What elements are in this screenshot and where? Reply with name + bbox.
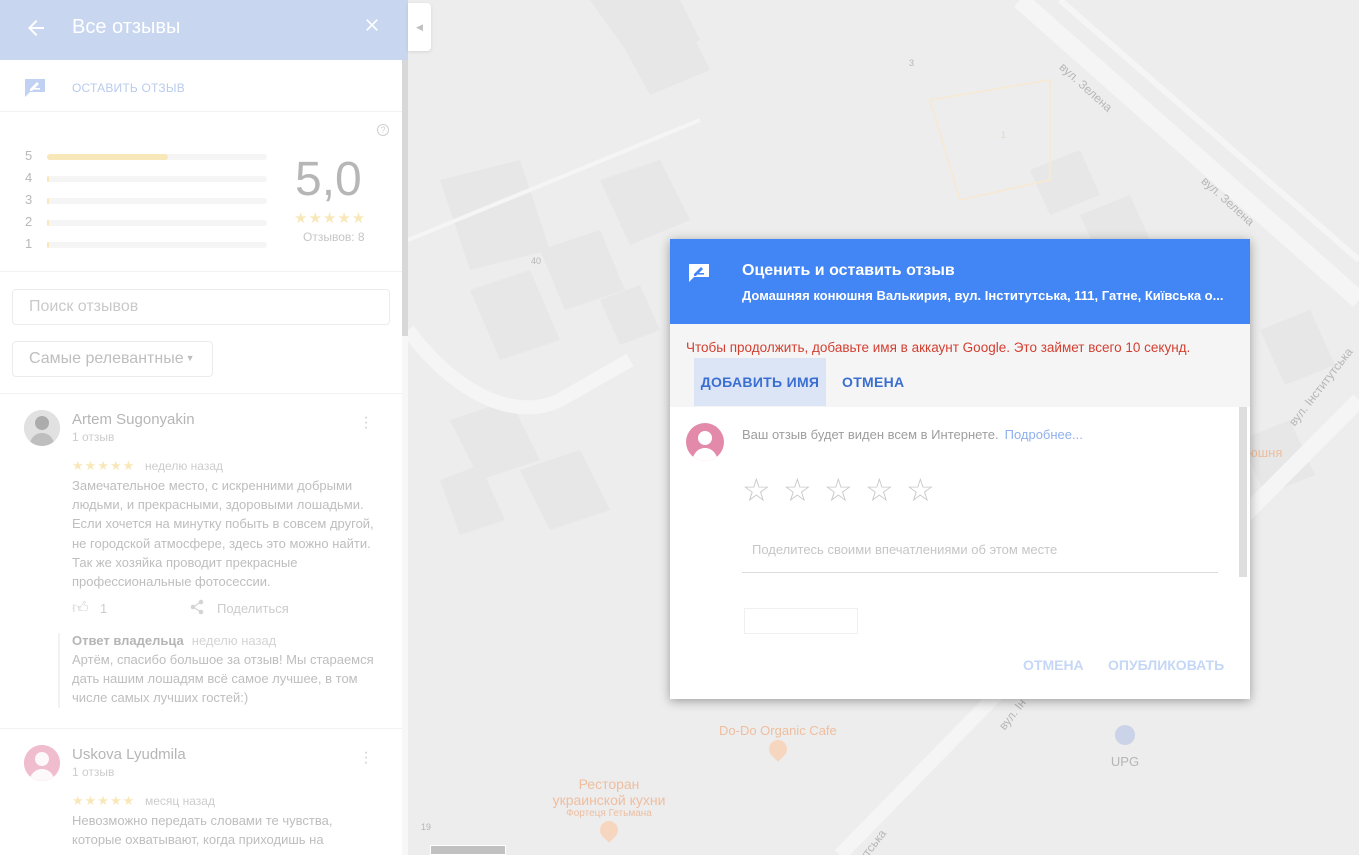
review-comment-input[interactable]	[742, 527, 1218, 573]
notice-message: Чтобы продолжить, добавьте имя в аккаунт…	[686, 340, 1191, 355]
star-4-icon[interactable]: ☆	[865, 473, 906, 507]
name-required-notice: Чтобы продолжить, добавьте имя в аккаунт…	[670, 324, 1250, 407]
rate-review-icon	[688, 263, 710, 288]
star-3-icon[interactable]: ☆	[824, 473, 865, 507]
visibility-note: Ваш отзыв будет виден всем в Интернете. П…	[742, 427, 1083, 442]
review-dialog: Оценить и оставить отзыв Домашняя конюшн…	[670, 239, 1250, 699]
dialog-scrollbar[interactable]	[1239, 407, 1247, 577]
learn-more-link[interactable]: Подробнее...	[1005, 427, 1083, 442]
notice-cancel-button[interactable]: ОТМЕНА	[842, 358, 904, 406]
cancel-button[interactable]: ОТМЕНА	[1023, 657, 1084, 673]
star-2-icon[interactable]: ☆	[783, 473, 824, 507]
dialog-body: Ваш отзыв будет виден всем в Интернете. П…	[670, 407, 1250, 699]
star-5-icon[interactable]: ☆	[906, 473, 947, 507]
visibility-text: Ваш отзыв будет виден всем в Интернете.	[742, 427, 999, 442]
star-1-icon[interactable]: ☆	[742, 473, 783, 507]
add-name-button[interactable]: ДОБАВИТЬ ИМЯ	[694, 358, 826, 406]
dialog-title: Оценить и оставить отзыв	[742, 262, 955, 279]
dialog-subtitle: Домашняя конюшня Валькирия, вул. Інститу…	[742, 288, 1224, 303]
publish-button[interactable]: ОПУБЛИКОВАТЬ	[1108, 657, 1224, 673]
star-rating-input: ☆ ☆ ☆ ☆ ☆	[742, 473, 947, 507]
add-photo-button[interactable]	[744, 608, 858, 634]
dialog-header: Оценить и оставить отзыв Домашняя конюшн…	[670, 239, 1250, 324]
avatar	[686, 423, 724, 461]
